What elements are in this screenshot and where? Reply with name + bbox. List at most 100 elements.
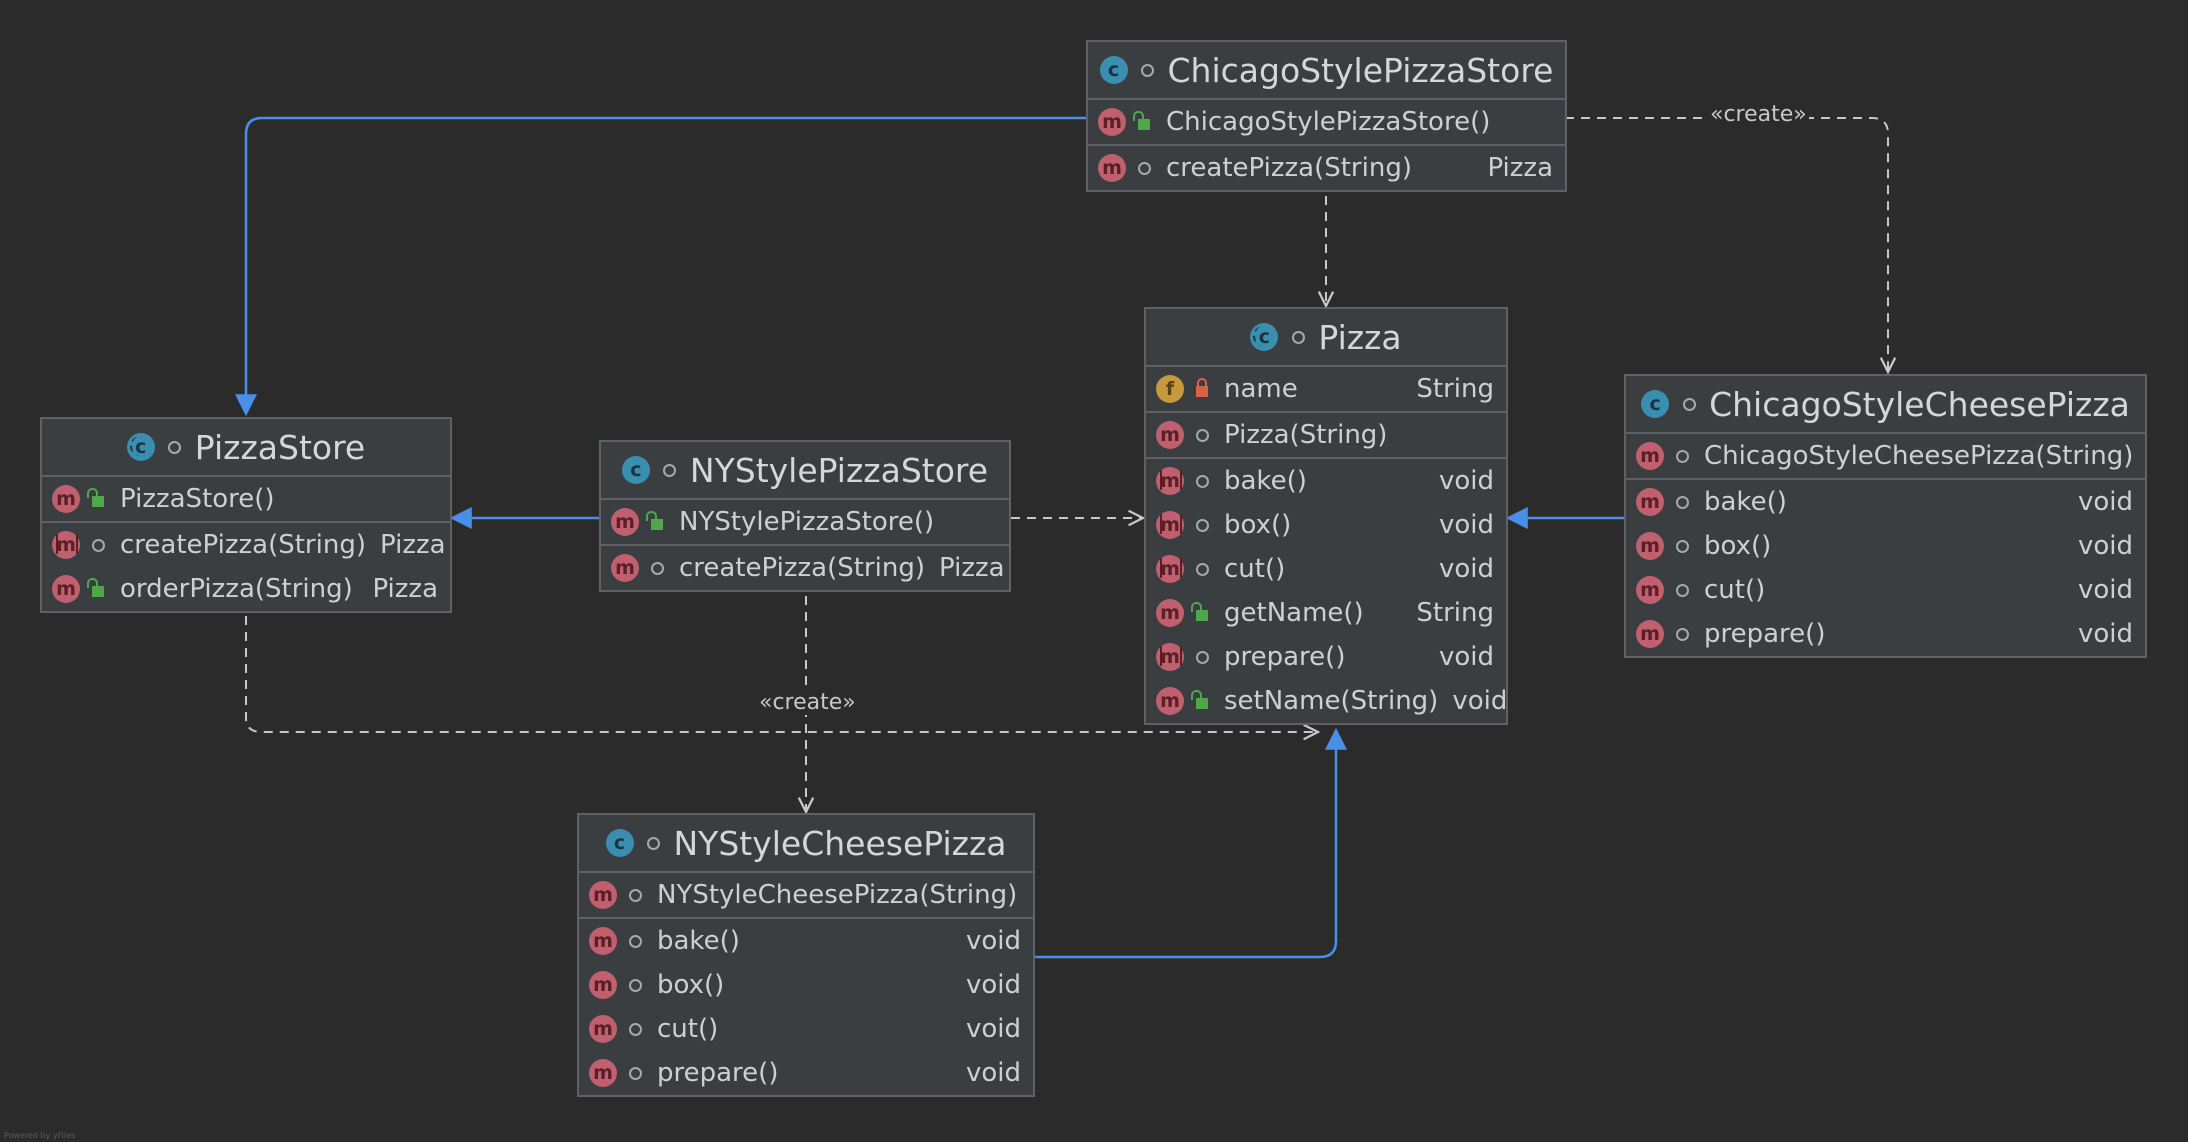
method-row-prepare[interactable]: m prepare() void <box>1146 635 1506 679</box>
member-name: prepare() <box>1704 619 1826 649</box>
package-visibility-icon <box>627 1066 643 1080</box>
private-lock-icon <box>1194 377 1210 397</box>
method-row-createpizza-string[interactable]: m createPizza(String) Pizza <box>42 523 450 567</box>
class-icon: c <box>621 456 650 484</box>
method-row-chicagostylecheesepizza-string[interactable]: m ChicagoStyleCheesePizza(String) <box>1626 434 2145 478</box>
member-name: createPizza(String) <box>120 530 366 560</box>
class-icon: c <box>1641 390 1670 418</box>
member-name: name <box>1224 374 1298 404</box>
class-header[interactable]: c NYStylePizzaStore <box>601 442 1009 500</box>
member-type: void <box>965 970 1021 1000</box>
method-icon: m <box>1636 576 1664 604</box>
method-row-cut[interactable]: m cut() void <box>1146 547 1506 591</box>
member-type: String <box>1416 598 1494 628</box>
member-name: orderPizza(String) <box>120 574 353 604</box>
package-visibility-icon <box>1674 583 1690 597</box>
member-name: NYStylePizzaStore() <box>679 507 935 537</box>
edge-chicagostore-creates-chicagocheese <box>1565 117 1888 372</box>
edge-chicagostore-extends-pizzastore <box>235 116 1088 417</box>
method-row-setname-string[interactable]: m setName(String) void <box>1146 679 1507 723</box>
class-header[interactable]: c ChicagoStyleCheesePizza <box>1626 376 2145 434</box>
member-section: m bake() void m box() void m cut() void m getName(… <box>1146 459 1507 723</box>
method-icon: m <box>1098 154 1126 182</box>
method-row-nystylecheesepizza-string[interactable]: m NYStyleCheesePizza(String) <box>579 873 1033 917</box>
class-header[interactable]: c PizzaStore <box>42 419 450 477</box>
class-title: PizzaStore <box>194 427 366 467</box>
footer-credit: Powered by yFiles <box>4 1131 76 1140</box>
member-name: prepare() <box>1224 642 1346 672</box>
member-name: box() <box>1704 531 1772 561</box>
method-row-prepare[interactable]: m prepare() void <box>579 1051 1033 1095</box>
method-row-pizzastore[interactable]: m PizzaStore() <box>42 477 450 521</box>
field-icon: f <box>1156 375 1184 403</box>
member-name: cut() <box>657 1014 719 1044</box>
method-row-getname[interactable]: m getName() String <box>1146 591 1506 635</box>
member-name: cut() <box>1704 575 1766 605</box>
member-name: ChicagoStylePizzaStore() <box>1166 107 1491 137</box>
method-row-pizza-string[interactable]: m Pizza(String) <box>1146 413 1506 457</box>
method-row-createpizza-string[interactable]: m createPizza(String) Pizza <box>601 546 1009 590</box>
class-header[interactable]: c NYStyleCheesePizza <box>579 815 1033 873</box>
public-lock-icon <box>87 487 106 507</box>
package-visibility-icon <box>1140 63 1156 77</box>
method-icon: m <box>1636 532 1664 560</box>
abstract-method-icon: m <box>1156 643 1184 671</box>
class-node-chicagostylepizzastore[interactable]: c ChicagoStylePizzaStore m ChicagoStylePizz… <box>1086 40 1567 192</box>
member-name: Pizza(String) <box>1224 420 1388 450</box>
member-type: void <box>2077 575 2133 605</box>
member-type: void <box>2077 531 2133 561</box>
method-row-createpizza-string[interactable]: m createPizza(String) Pizza <box>1088 146 1565 190</box>
method-row-orderpizza-string[interactable]: m orderPizza(String) Pizza <box>42 567 450 611</box>
package-visibility-icon <box>1136 161 1152 175</box>
method-row-box[interactable]: m box() void <box>1146 503 1506 547</box>
method-icon: m <box>589 927 617 955</box>
public-lock-icon <box>1191 601 1210 621</box>
member-section: m bake() void m box() void m cut() void m prepare(… <box>1626 480 2145 656</box>
class-node-pizzastore[interactable]: c PizzaStore m PizzaStore() m createPizza(Str… <box>40 417 452 613</box>
method-row-chicagostylepizzastore[interactable]: m ChicagoStylePizzaStore() <box>1088 100 1565 144</box>
method-row-box[interactable]: m box() void <box>1626 524 2145 568</box>
package-visibility-icon <box>646 836 662 850</box>
class-header[interactable]: c Pizza <box>1146 309 1506 367</box>
method-icon: m <box>1156 599 1184 627</box>
member-section: m ChicagoStyleCheesePizza(String) <box>1626 434 2145 480</box>
package-visibility-icon <box>1674 495 1690 509</box>
member-section: m createPizza(String) Pizza m orderPizza(Str… <box>42 523 450 611</box>
class-node-nystylepizzastore[interactable]: c NYStylePizzaStore m NYStylePizzaStore() m c… <box>599 440 1011 592</box>
method-row-box[interactable]: m box() void <box>579 963 1033 1007</box>
method-row-prepare[interactable]: m prepare() void <box>1626 612 2145 656</box>
package-visibility-icon <box>627 934 643 948</box>
abstract-method-icon: m <box>1156 511 1184 539</box>
create-label-chicago: «create» <box>1708 102 1809 127</box>
member-name: bake() <box>1224 466 1307 496</box>
member-name: createPizza(String) <box>679 553 925 583</box>
field-row-name[interactable]: f name String <box>1146 367 1506 411</box>
class-title: ChicagoStylePizzaStore <box>1167 50 1554 90</box>
class-icon: c <box>1099 56 1128 84</box>
method-row-bake[interactable]: m bake() void <box>1146 459 1506 503</box>
class-header[interactable]: c ChicagoStylePizzaStore <box>1088 42 1565 100</box>
member-section: m createPizza(String) Pizza <box>1088 146 1565 190</box>
public-lock-icon <box>1133 110 1152 130</box>
package-visibility-icon <box>1290 330 1306 344</box>
method-icon: m <box>1098 108 1126 136</box>
member-type: void <box>1438 554 1494 584</box>
member-name: bake() <box>1704 487 1787 517</box>
member-section: f name String <box>1146 367 1506 413</box>
member-name: setName(String) <box>1224 686 1439 716</box>
class-icon: c <box>605 829 634 857</box>
method-icon: m <box>589 881 617 909</box>
class-node-nystylecheesepizza[interactable]: c NYStyleCheesePizza m NYStyleCheesePizza(S… <box>577 813 1035 1097</box>
member-type: void <box>965 926 1021 956</box>
member-type: void <box>965 1058 1021 1088</box>
method-row-bake[interactable]: m bake() void <box>579 919 1033 963</box>
class-node-chicagostylecheesepizza[interactable]: c ChicagoStyleCheesePizza m ChicagoStyleChe… <box>1624 374 2147 658</box>
method-row-bake[interactable]: m bake() void <box>1626 480 2145 524</box>
member-section: m createPizza(String) Pizza <box>601 546 1009 590</box>
abstract-class-icon: c <box>126 433 155 461</box>
method-row-nystylepizzastore[interactable]: m NYStylePizzaStore() <box>601 500 1009 544</box>
method-row-cut[interactable]: m cut() void <box>579 1007 1033 1051</box>
class-node-pizza[interactable]: c Pizza f name String m Pizza(String) m bake() vo… <box>1144 307 1508 725</box>
create-label-ny: «create» <box>757 690 858 715</box>
method-row-cut[interactable]: m cut() void <box>1626 568 2145 612</box>
